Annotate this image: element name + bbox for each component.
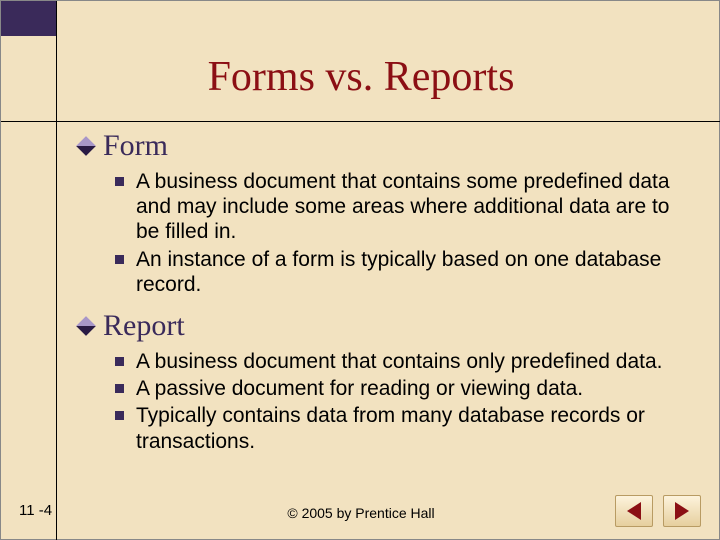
slide-body: Form A business document that contains s… bbox=[79, 129, 689, 456]
square-bullet-icon bbox=[115, 411, 124, 420]
diamond-bullet-icon bbox=[79, 319, 93, 333]
section-heading-report: Report bbox=[79, 309, 689, 343]
list-item: Typically contains data from many databa… bbox=[115, 403, 689, 453]
next-slide-button[interactable] bbox=[663, 495, 701, 527]
heading-text: Form bbox=[103, 129, 168, 163]
bullet-text: Typically contains data from many databa… bbox=[136, 403, 689, 453]
triangle-left-icon bbox=[627, 502, 641, 520]
list-item: A business document that contains only p… bbox=[115, 349, 689, 374]
square-bullet-icon bbox=[115, 177, 124, 186]
list-item: A business document that contains some p… bbox=[115, 169, 689, 245]
copyright-text: © 2005 by Prentice Hall bbox=[1, 505, 720, 521]
triangle-right-icon bbox=[675, 502, 689, 520]
diamond-bullet-icon bbox=[79, 139, 93, 153]
bullet-text: An instance of a form is typically based… bbox=[136, 247, 689, 297]
horizontal-rule bbox=[1, 121, 720, 122]
square-bullet-icon bbox=[115, 384, 124, 393]
slide-title: Forms vs. Reports bbox=[1, 53, 720, 101]
bullet-text: A passive document for reading or viewin… bbox=[136, 376, 583, 401]
prev-slide-button[interactable] bbox=[615, 495, 653, 527]
heading-text: Report bbox=[103, 309, 185, 343]
list-item: An instance of a form is typically based… bbox=[115, 247, 689, 297]
bullet-text: A business document that contains some p… bbox=[136, 169, 689, 245]
nav-buttons bbox=[615, 495, 701, 527]
bullet-text: A business document that contains only p… bbox=[136, 349, 663, 374]
square-bullet-icon bbox=[115, 357, 124, 366]
square-bullet-icon bbox=[115, 255, 124, 264]
section-heading-form: Form bbox=[79, 129, 689, 163]
slide: Forms vs. Reports Form A business docume… bbox=[0, 0, 720, 540]
list-item: A passive document for reading or viewin… bbox=[115, 376, 689, 401]
